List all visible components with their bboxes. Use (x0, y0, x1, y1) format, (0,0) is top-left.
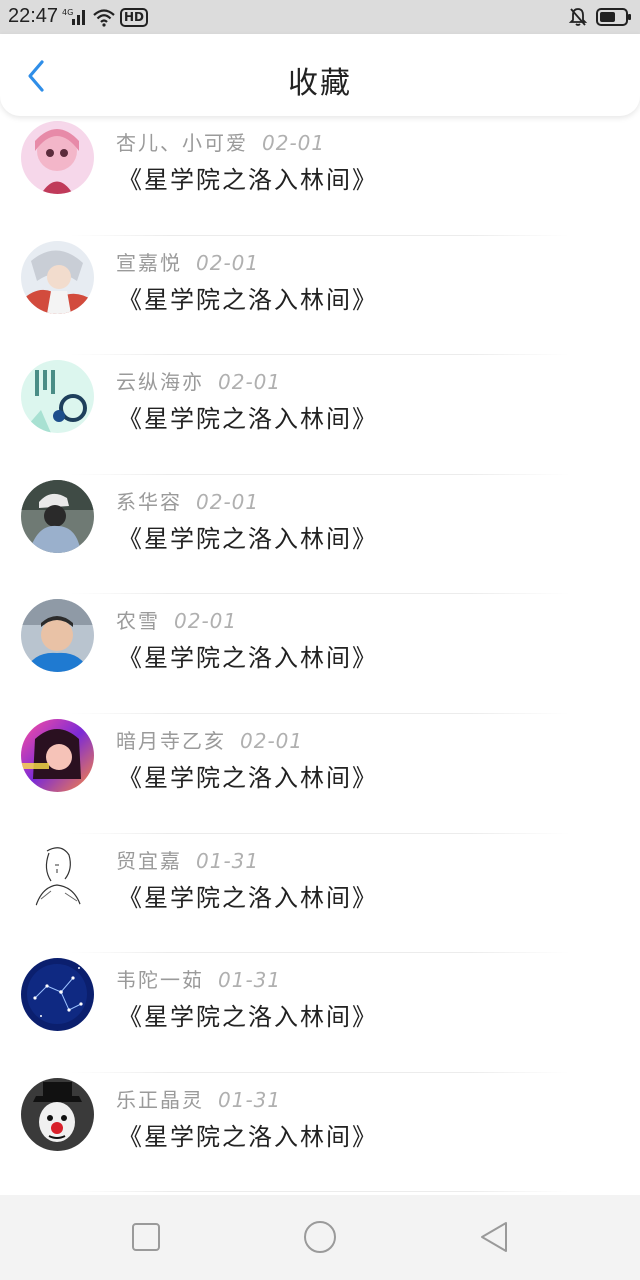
author-line: 杏儿、小可爱 02-01 (116, 127, 325, 156)
avatar[interactable] (21, 838, 94, 912)
post-date: 02-01 (240, 728, 304, 753)
post-date: 02-01 (174, 609, 238, 634)
author-name: 乐正晶灵 (116, 1087, 204, 1112)
avatar[interactable] (21, 240, 94, 314)
book-title[interactable]: 《星学院之洛入林间》 (118, 280, 378, 315)
square-icon (132, 1223, 160, 1251)
wifi-icon (93, 9, 115, 27)
book-title[interactable]: 《星学院之洛入林间》 (118, 1117, 378, 1152)
author-line: 乐正晶灵 01-31 (116, 1084, 281, 1113)
list-item[interactable]: 乐正晶灵 01-31 《星学院之洛入林间》 (0, 1073, 640, 1193)
post-date: 02-01 (262, 131, 326, 155)
book-title[interactable]: 《星学院之洛入林间》 (118, 997, 378, 1032)
author-name: 云纵海亦 (116, 370, 204, 395)
author-name: 贸宜嘉 (116, 848, 182, 873)
list-item[interactable]: 韦陀一茹 01-31 《星学院之洛入林间》 (0, 953, 640, 1073)
author-name: 杏儿、小可爱 (116, 131, 248, 155)
author-line: 云纵海亦 02-01 (116, 366, 281, 395)
triangle-back-icon (481, 1222, 507, 1252)
avatar[interactable] (21, 718, 94, 792)
avatar[interactable] (21, 121, 94, 194)
header: 收藏 (0, 34, 640, 116)
list-item[interactable]: 云纵海亦 02-01 《星学院之洛入林间》 (0, 355, 640, 475)
avatar-image-sketch (21, 838, 94, 912)
network-type-label: 4G (62, 8, 73, 17)
book-title[interactable]: 《星学院之洛入林间》 (118, 878, 378, 913)
author-name: 系华容 (116, 489, 182, 514)
author-name: 宣嘉悦 (116, 250, 182, 275)
home-button[interactable] (300, 1217, 340, 1257)
author-line: 农雪 02-01 (116, 605, 237, 634)
status-indicators: 4G HD (62, 6, 149, 28)
status-bar: 22:47 4G HD (0, 0, 640, 34)
bell-muted-icon (568, 8, 588, 26)
list-item[interactable]: 杏儿、小可爱 02-01 《星学院之洛入林间》 (0, 116, 640, 236)
list-item[interactable]: 系华容 02-01 《星学院之洛入林间》 (0, 475, 640, 595)
avatar-image-neon-girl (21, 718, 94, 792)
avatar-image-cap-girl (21, 479, 94, 553)
book-title[interactable]: 《星学院之洛入林间》 (118, 519, 378, 554)
list-item[interactable]: 贸宜嘉 01-31 《星学院之洛入林间》 (0, 834, 640, 954)
post-date: 02-01 (196, 250, 260, 275)
post-date: 01-31 (218, 1087, 282, 1112)
list-item[interactable]: 暗月寺乙亥 02-01 《星学院之洛入林间》 (0, 714, 640, 834)
avatar[interactable] (21, 599, 94, 673)
author-name: 农雪 (116, 609, 160, 634)
post-date: 01-31 (218, 968, 282, 993)
post-date: 02-01 (196, 489, 260, 514)
post-date: 01-31 (196, 848, 260, 873)
avatar-image-clown (21, 1077, 94, 1151)
battery-icon (596, 8, 631, 26)
system-back-button[interactable] (474, 1217, 514, 1257)
avatar-image-pink-girl (21, 121, 94, 194)
cellular-signal-icon: 4G (62, 8, 85, 25)
list-item[interactable]: 农雪 02-01 《星学院之洛入林间》 (0, 594, 640, 714)
status-time: 22:47 (8, 5, 59, 27)
author-line: 韦陀一茹 01-31 (116, 964, 281, 993)
author-line: 宣嘉悦 02-01 (116, 247, 259, 276)
author-line: 暗月寺乙亥 02-01 (116, 725, 303, 754)
avatar[interactable] (21, 1077, 94, 1151)
post-date: 02-01 (218, 370, 282, 395)
book-title[interactable]: 《星学院之洛入林间》 (118, 638, 378, 673)
author-line: 系华容 02-01 (116, 486, 259, 515)
status-right-icons (568, 6, 632, 28)
favorites-list: 杏儿、小可爱 02-01 《星学院之洛入林间》 宣嘉悦 02-01 《星学院之洛入林… (0, 116, 640, 1193)
book-title[interactable]: 《星学院之洛入林间》 (118, 758, 378, 793)
author-name: 韦陀一茹 (116, 968, 204, 993)
divider (70, 1191, 570, 1193)
list-item[interactable]: 宣嘉悦 02-01 《星学院之洛入林间》 (0, 236, 640, 356)
avatar[interactable] (21, 360, 94, 434)
avatar-image-anime-boy (21, 240, 94, 314)
avatar[interactable] (21, 958, 94, 1032)
avatar-image-constellation (21, 958, 94, 1032)
avatar-image-mint-poster (21, 360, 94, 434)
avatar-image-boy-selfie (21, 599, 94, 673)
hd-badge: HD (120, 7, 149, 27)
book-title[interactable]: 《星学院之洛入林间》 (118, 160, 378, 195)
recent-apps-button[interactable] (126, 1217, 166, 1257)
book-title[interactable]: 《星学院之洛入林间》 (118, 399, 378, 434)
page-title: 收藏 (288, 66, 352, 101)
author-line: 贸宜嘉 01-31 (116, 845, 259, 874)
circle-icon (304, 1221, 336, 1253)
avatar[interactable] (21, 479, 94, 553)
navigation-bar (0, 1195, 640, 1280)
author-name: 暗月寺乙亥 (116, 728, 226, 753)
